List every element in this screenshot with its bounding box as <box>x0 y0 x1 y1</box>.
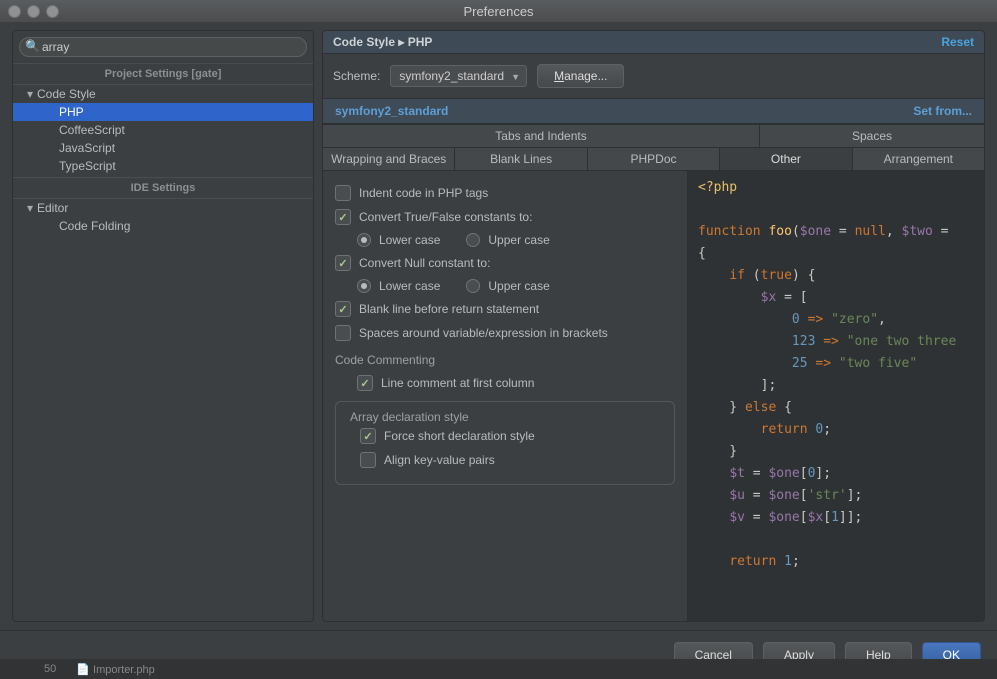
checkbox-convert-null[interactable] <box>335 255 351 271</box>
radio-tf-lower[interactable] <box>357 233 371 247</box>
set-from-link[interactable]: Set from... <box>913 104 972 118</box>
checkbox-spaces-in-brackets[interactable] <box>335 325 351 341</box>
opt-label: Convert Null constant to: <box>359 256 490 270</box>
opt-label: Indent code in PHP tags <box>359 186 488 200</box>
opt-label: Align key-value pairs <box>384 453 495 467</box>
opt-label: Upper case <box>488 279 549 293</box>
checkbox-blank-before-return[interactable] <box>335 301 351 317</box>
tree-item-code-folding[interactable]: Code Folding <box>13 217 313 235</box>
tab-spaces[interactable]: Spaces <box>760 125 984 147</box>
tree-item-javascript[interactable]: JavaScript <box>13 139 313 157</box>
backdrop-file: 📄 Importer.php <box>76 663 155 676</box>
tree-label: Code Style <box>37 87 96 101</box>
group-code-commenting: Code Commenting <box>335 345 675 371</box>
scheme-value: symfony2_standard <box>399 69 504 83</box>
tree-code-style[interactable]: ▾Code Style <box>13 85 313 103</box>
tree-item-php[interactable]: PHP <box>13 103 313 121</box>
group-legend: Array declaration style <box>346 410 473 424</box>
checkbox-force-short-array[interactable] <box>360 428 376 444</box>
search-input[interactable] <box>19 37 307 57</box>
breadcrumb: Code Style ▸ PHP Reset <box>322 30 985 54</box>
sidebar: 🔍 Project Settings [gate] ▾Code Style PH… <box>12 30 314 622</box>
checkbox-indent-php-tags[interactable] <box>335 185 351 201</box>
search-icon: 🔍 <box>25 39 40 53</box>
opt-label: Force short declaration style <box>384 429 535 443</box>
scheme-select[interactable]: symfony2_standard ▼ <box>390 65 527 87</box>
main-panel: Code Style ▸ PHP Reset Scheme: symfony2_… <box>322 30 985 622</box>
checkbox-convert-tf[interactable] <box>335 209 351 225</box>
opt-label: Upper case <box>488 233 549 247</box>
opt-label: Spaces around variable/expression in bra… <box>359 326 608 340</box>
checkbox-align-kv[interactable] <box>360 452 376 468</box>
section-project-settings: Project Settings [gate] <box>13 63 313 85</box>
chevron-down-icon: ▾ <box>27 201 37 215</box>
manage-schemes-button[interactable]: Manage... <box>537 64 624 88</box>
backdrop-num: 50 <box>44 663 56 675</box>
breadcrumb-sep: ▸ <box>395 35 408 49</box>
breadcrumb-a: Code Style <box>333 35 395 49</box>
tab-other[interactable]: Other <box>720 148 852 170</box>
tab-tabs-indents[interactable]: Tabs and Indents <box>323 125 760 147</box>
editor-backdrop: 50 📄 Importer.php <box>0 659 997 679</box>
options-pane: Indent code in PHP tags Convert True/Fal… <box>323 171 687 621</box>
reset-link[interactable]: Reset <box>941 35 974 49</box>
tree-label: Editor <box>37 201 68 215</box>
chevron-down-icon: ▼ <box>511 72 520 82</box>
opt-label: Convert True/False constants to: <box>359 210 532 224</box>
tree-editor[interactable]: ▾Editor <box>13 199 313 217</box>
tab-blank-lines[interactable]: Blank Lines <box>455 148 587 170</box>
titlebar: Preferences <box>0 0 997 23</box>
opt-label: Lower case <box>379 279 440 293</box>
opt-label: Blank line before return statement <box>359 302 539 316</box>
checkbox-line-comment-first-col[interactable] <box>357 375 373 391</box>
tab-arrangement[interactable]: Arrangement <box>853 148 984 170</box>
window-title: Preferences <box>0 4 997 19</box>
opt-label: Line comment at first column <box>381 376 534 390</box>
radio-null-lower[interactable] <box>357 279 371 293</box>
radio-null-upper[interactable] <box>466 279 480 293</box>
section-ide-settings: IDE Settings <box>13 177 313 199</box>
radio-tf-upper[interactable] <box>466 233 480 247</box>
scheme-label: Scheme: <box>333 69 380 83</box>
opt-label: Lower case <box>379 233 440 247</box>
tab-wrapping[interactable]: Wrapping and Braces <box>323 148 455 170</box>
breadcrumb-b: PHP <box>408 35 433 49</box>
group-array-declaration: Array declaration style Force short decl… <box>335 401 675 485</box>
settings-tree: ▾Code Style PHP CoffeeScript JavaScript … <box>13 85 313 621</box>
tree-item-coffeescript[interactable]: CoffeeScript <box>13 121 313 139</box>
chevron-down-icon: ▾ <box>27 87 37 101</box>
scheme-name: symfony2_standard <box>335 104 448 118</box>
code-preview: <?php function foo($one = null, $two = {… <box>687 171 984 621</box>
scheme-title-bar: symfony2_standard Set from... <box>323 98 984 124</box>
tree-item-typescript[interactable]: TypeScript <box>13 157 313 175</box>
tab-phpdoc[interactable]: PHPDoc <box>588 148 720 170</box>
